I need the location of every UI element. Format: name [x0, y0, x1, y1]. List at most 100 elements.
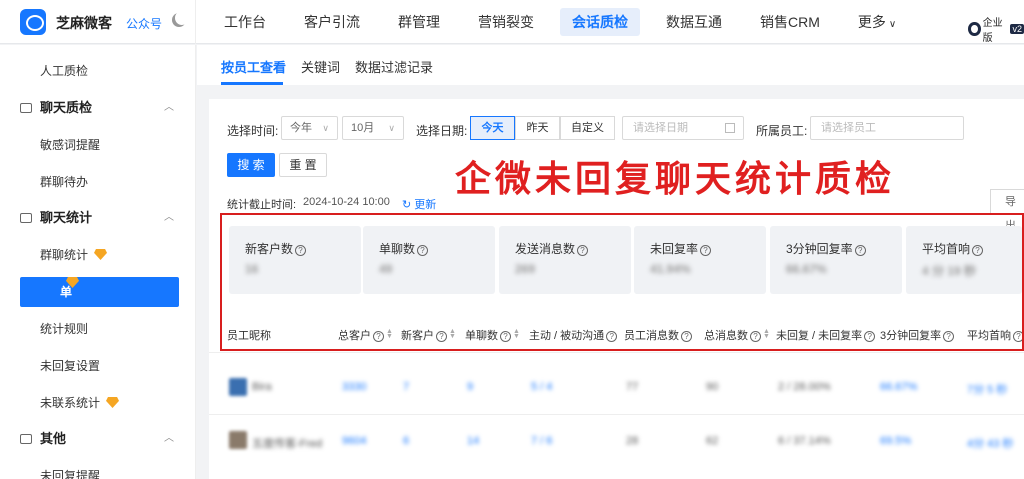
- nav-customer-acquisition[interactable]: 客户引流: [292, 8, 372, 36]
- overlay-title: 企微未回复聊天统计质检: [455, 158, 896, 200]
- stats-time-value: 2024-10-24 10:00: [303, 196, 390, 208]
- version-tag: v2: [1010, 24, 1024, 34]
- account-type-switch[interactable]: 公众号: [126, 15, 162, 32]
- sidebar-item-single-chat-stats[interactable]: 单聊统计: [20, 277, 179, 389]
- sidebar-item-stat-rules[interactable]: 统计规则: [40, 314, 88, 344]
- date-yesterday-button[interactable]: 昨天: [515, 116, 560, 140]
- cell-no-reply: 2 / 28.00%: [778, 381, 831, 393]
- sidebar-item-no-reply-settings[interactable]: 未回复设置: [40, 351, 100, 381]
- avatar: [229, 378, 247, 396]
- sidebar-item-group-stats[interactable]: 群聊统计: [40, 240, 108, 270]
- tab-bar: 按员工查看 关键词 数据过滤记录: [197, 45, 1024, 85]
- cell-active-passive: 5 / 4: [531, 381, 553, 393]
- nav-data-sync[interactable]: 数据互通: [654, 8, 734, 36]
- main-nav: 工作台 客户引流 群管理 营销裂变 会话质检 数据互通 销售CRM 更多 ∨: [212, 0, 922, 44]
- sidebar: 人工质检 聊天质检 ︿ 敏感词提醒 群聊待办 聊天统计 ︿ 群聊统计 单聊统计 …: [0, 45, 196, 479]
- edition-label: 企业版: [982, 18, 1003, 44]
- table-divider: [209, 414, 1024, 415]
- sidebar-group-label: 聊天质检: [40, 100, 93, 115]
- sidebar-item-sensitive-words[interactable]: 敏感词提醒: [40, 130, 100, 160]
- chevron-up-icon: ︿: [164, 102, 174, 113]
- search-button[interactable]: 搜 索: [227, 153, 275, 177]
- staff-label: 所属员工:: [756, 124, 808, 138]
- cell-no-reply: 6 / 37.14%: [778, 435, 831, 447]
- nav-more[interactable]: 更多 ∨: [846, 8, 908, 36]
- vip-diamond-icon: [106, 397, 120, 408]
- sidebar-group-other[interactable]: 其他 ︿: [20, 424, 180, 454]
- sidebar-group-label: 其他: [40, 431, 67, 446]
- cell-new-customers: 7: [403, 381, 410, 393]
- sidebar-item-label: 未联系统计: [40, 396, 101, 410]
- nav-group-management[interactable]: 群管理: [386, 8, 452, 36]
- staff-select-input[interactable]: 请选择员工: [810, 116, 964, 140]
- year-select[interactable]: 今年 ∨: [281, 116, 338, 140]
- date-label: 选择日期:: [416, 124, 468, 138]
- vip-diamond-icon: [94, 249, 108, 260]
- brand-area: 芝麻微客 公众号: [0, 0, 196, 44]
- chart-icon: [20, 213, 32, 223]
- scan-icon: [20, 434, 32, 444]
- sidebar-item-manual-check[interactable]: 人工质检: [40, 56, 88, 86]
- chevron-up-icon: ︿: [164, 212, 174, 223]
- cell-single-chats: 9: [467, 381, 474, 393]
- chevron-down-icon: ∨: [888, 19, 897, 30]
- cell-avg-first-response: 7分 5 秒: [967, 384, 1008, 396]
- cell-3min-rate: 66.67%: [880, 381, 918, 393]
- table-divider: [209, 352, 1024, 353]
- nav-workbench[interactable]: 工作台: [212, 8, 278, 36]
- brand-name: 芝麻微客: [56, 15, 112, 31]
- month-select[interactable]: 10月 ∨: [342, 116, 404, 140]
- moon-icon[interactable]: [172, 13, 186, 27]
- tab-filter-records[interactable]: 数据过滤记录: [355, 57, 433, 76]
- chevron-down-icon: ∨: [322, 123, 329, 133]
- cell-total-customers: 3330: [342, 381, 367, 393]
- sidebar-item-group-todo[interactable]: 群聊待办: [40, 167, 88, 197]
- refresh-link[interactable]: ↻ 更新: [402, 196, 436, 212]
- sidebar-group-label: 聊天统计: [40, 210, 93, 225]
- refresh-label: 更新: [414, 199, 437, 211]
- date-today-button[interactable]: 今天: [470, 116, 515, 140]
- export-button[interactable]: 导 出: [990, 189, 1024, 232]
- cell-avg-first-response: 4分 43 秒: [967, 438, 1014, 450]
- date-picker-placeholder: 请选择日期: [633, 122, 688, 134]
- cell-active-passive: 7 / 6: [531, 435, 553, 447]
- nav-session-quality[interactable]: 会话质检: [560, 8, 640, 36]
- avatar: [229, 431, 247, 449]
- reset-button[interactable]: 重 置: [279, 153, 327, 177]
- top-bar: 芝麻微客 公众号 工作台 客户引流 群管理 营销裂变 会话质检 数据互通 销售C…: [0, 0, 1024, 44]
- date-custom-button[interactable]: 自定义: [560, 116, 615, 140]
- date-picker-input[interactable]: 请选择日期: [622, 116, 744, 140]
- time-label: 选择时间:: [227, 124, 279, 138]
- sidebar-group-chat-check[interactable]: 聊天质检 ︿: [20, 93, 180, 123]
- sidebar-item-no-reply-reminder[interactable]: 未回复提醒: [40, 461, 100, 479]
- cell-single-chats: 14: [467, 435, 480, 447]
- sidebar-item-label: 群聊统计: [40, 248, 89, 262]
- refresh-icon: ↻: [402, 199, 412, 211]
- tab-by-staff[interactable]: 按员工查看: [221, 57, 286, 76]
- edition-logo-icon: [968, 22, 981, 36]
- nav-more-label: 更多: [857, 14, 886, 30]
- chevron-up-icon: ︿: [164, 433, 174, 444]
- sidebar-item-uncontacted-stats[interactable]: 未联系统计: [40, 388, 120, 418]
- scan-icon: [20, 103, 32, 113]
- highlight-annotation-box: [220, 213, 1024, 351]
- cell-3min-rate: 69.5%: [880, 435, 912, 447]
- nav-marketing[interactable]: 营销裂变: [466, 8, 546, 36]
- cell-total-customers: 9604: [342, 435, 367, 447]
- year-select-value: 今年: [290, 122, 312, 134]
- app-logo-icon[interactable]: [20, 9, 46, 35]
- cell-total-messages: 90: [706, 381, 719, 393]
- tab-active-indicator: [221, 82, 283, 85]
- cell-staff-messages: 77: [626, 381, 639, 393]
- cell-new-customers: 6: [403, 435, 410, 447]
- edition-badge[interactable]: 企业版 v2: [968, 14, 1024, 44]
- sidebar-group-chat-stats[interactable]: 聊天统计 ︿: [20, 203, 180, 233]
- chevron-down-icon: ∨: [388, 123, 395, 133]
- stats-time-label: 统计截止时间:: [227, 199, 297, 211]
- cell-staff-name: 五度传客-Fred: [252, 438, 323, 450]
- calendar-icon: [725, 123, 735, 133]
- nav-sales-crm[interactable]: 销售CRM: [748, 8, 832, 36]
- cell-total-messages: 62: [706, 435, 719, 447]
- month-select-value: 10月: [351, 122, 375, 134]
- tab-keywords[interactable]: 关键词: [301, 57, 340, 76]
